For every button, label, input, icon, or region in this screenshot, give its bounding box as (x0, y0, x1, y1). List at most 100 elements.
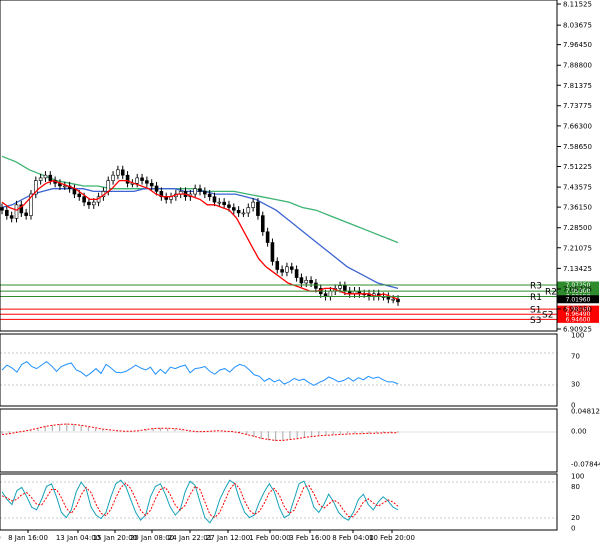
candle (145, 176, 149, 188)
price-tick-label: 7.96450 (563, 41, 592, 49)
pivot-label-r1: R1 (530, 293, 542, 303)
candle-body (24, 212, 28, 216)
time-axis: 2 Jan 20008 Jan 16:0013 Jan 04:0015 Jan … (0, 530, 415, 542)
candle (280, 265, 284, 277)
candle-body (149, 182, 154, 187)
macd-tick-label: -0.078444 (571, 461, 600, 469)
candle-body (217, 201, 222, 204)
candle (246, 203, 251, 217)
price-pane: R37.07250R27.05300R17.03150S16.98300S26.… (0, 0, 599, 334)
stochastic-axis: 100 80 20 0 (571, 473, 584, 533)
candle (241, 208, 246, 217)
price-tick-label: 6.98350 (563, 305, 592, 313)
candle-body (154, 185, 159, 192)
time-tick-label: 10 Feb 20:00 (369, 534, 415, 542)
candle (275, 257, 280, 274)
candle (38, 173, 43, 185)
price-tick-label: 7.88800 (563, 62, 592, 70)
rsi-line-layer (1, 360, 399, 386)
candle (111, 171, 115, 185)
candle (265, 227, 270, 247)
candle-body (227, 204, 231, 208)
time-tick-label: 8 Feb 04:00 (332, 534, 373, 542)
price-tick-label: 7.73775 (563, 102, 592, 110)
price-chart: R37.07250R27.05300R17.03150S16.98300S26.… (0, 0, 600, 542)
candle (9, 211, 14, 223)
pivot-label-r3: R3 (530, 282, 542, 292)
candle (232, 203, 236, 215)
candle (140, 173, 144, 185)
candle-body (265, 231, 270, 243)
stoch-tick-label: 0 (571, 525, 575, 533)
candle (270, 238, 275, 266)
candle-body (87, 201, 91, 206)
stochastic-lines-layer (1, 479, 399, 524)
candle-body (77, 193, 82, 198)
candle-body (251, 201, 255, 208)
price-pane-border (0, 0, 558, 332)
candle (260, 211, 265, 236)
candle-body (280, 269, 284, 273)
candle-body (207, 193, 212, 198)
candle-body (145, 180, 149, 184)
candle-body (299, 277, 304, 284)
candle (203, 187, 207, 199)
candle-body (120, 169, 125, 176)
candle-body (391, 298, 395, 301)
candle (125, 171, 130, 188)
candle (164, 192, 168, 204)
pivot-badge-text: 6.94600 (566, 316, 591, 323)
candle-body (396, 298, 400, 303)
candle-body (212, 196, 217, 203)
candle (72, 184, 77, 199)
time-tick-label: 1 Feb 00:00 (249, 534, 290, 542)
candle (14, 200, 19, 223)
candle-body (116, 169, 120, 176)
rsi-tick-label: 100 (571, 332, 584, 340)
candle-body (246, 207, 251, 214)
ma-fast-line (1, 179, 399, 300)
candle-body (0, 207, 4, 211)
rsi-tick-label: 30 (571, 381, 580, 389)
candle-body (9, 215, 14, 219)
candle (236, 206, 241, 217)
macd-tick-label: 0.048126 (571, 408, 600, 416)
candle-body (91, 201, 96, 206)
candle-body (43, 174, 48, 179)
price-tick-label: 8.11525 (563, 1, 592, 9)
candle (314, 278, 318, 293)
candle-body (48, 174, 53, 181)
candle (34, 176, 38, 199)
candle-body (193, 188, 197, 195)
price-tick-label: 7.28500 (563, 224, 592, 232)
candle (386, 292, 391, 304)
macd-pane: 0.048126 0.00 -0.078444 (0, 408, 600, 473)
candle (116, 165, 120, 180)
time-tick-label: 27 Jan 12:00 (206, 534, 250, 542)
price-tick-label: 7.43575 (563, 184, 592, 192)
rsi-axis: 10070300 (571, 332, 584, 410)
candle (120, 165, 125, 180)
ma-mid-layer (1, 188, 399, 290)
candle-body (338, 285, 342, 289)
candle (29, 190, 33, 220)
candle-body (5, 209, 9, 216)
candle-body (140, 177, 144, 181)
price-tick-label: 7.13425 (563, 265, 592, 273)
candle (5, 206, 9, 220)
price-tick-label: 7.05775 (563, 285, 592, 293)
candle-body (111, 174, 115, 181)
candle-body (62, 185, 67, 188)
candle-body (285, 266, 289, 273)
candle-body (343, 285, 347, 292)
rsi-pane-border (0, 333, 558, 407)
candle-body (294, 269, 299, 278)
candle (193, 184, 197, 199)
candle (169, 192, 173, 204)
candle (289, 262, 294, 274)
candle (43, 171, 48, 182)
candle-body (309, 279, 313, 284)
candle (198, 184, 202, 196)
price-tick-label: 7.51225 (563, 163, 592, 171)
macd-tick-label: 0.00 (571, 428, 587, 436)
